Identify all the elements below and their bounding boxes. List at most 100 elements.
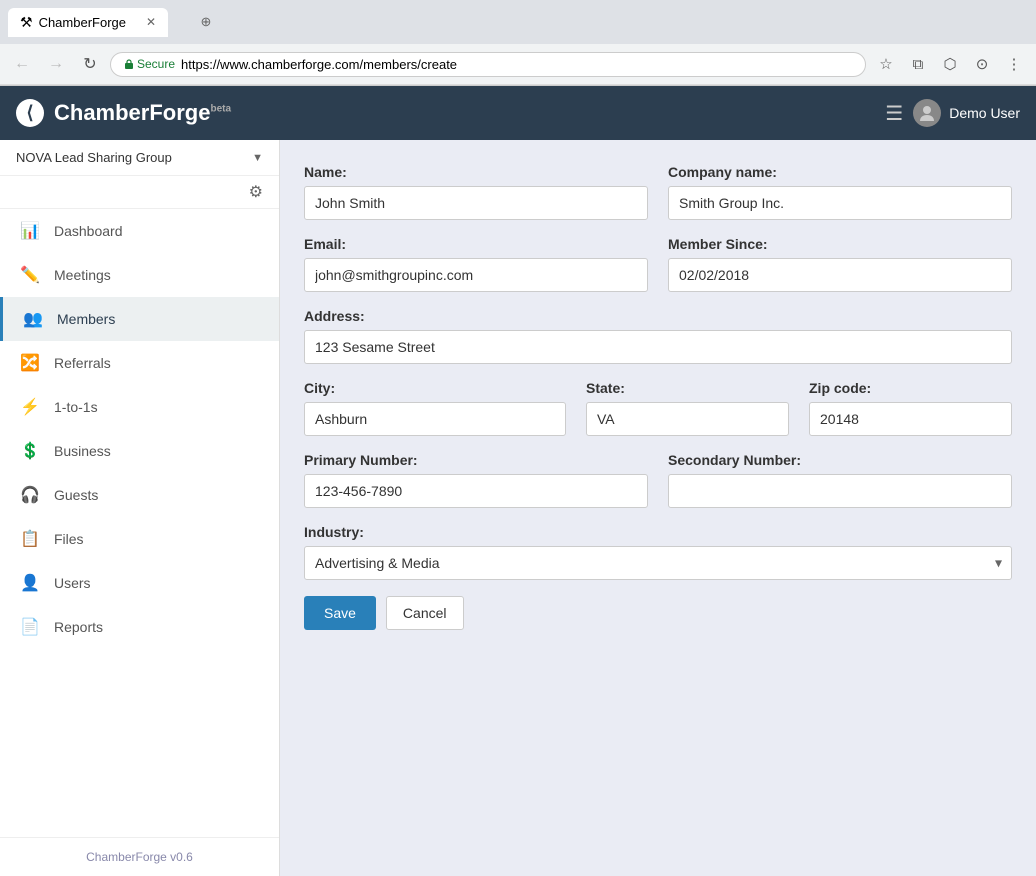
primary-number-label: Primary Number: [304, 452, 648, 468]
sidebar-item-meetings[interactable]: ✏️ Meetings [0, 253, 279, 297]
dashboard-icon: 📊 [20, 221, 40, 241]
industry-row: Industry: Advertising & Media Architectu… [304, 524, 1012, 580]
form-actions: Save Cancel [304, 596, 1012, 630]
industry-field: Industry: Advertising & Media Architectu… [304, 524, 1012, 580]
cancel-button[interactable]: Cancel [386, 596, 464, 630]
menu-button[interactable]: ⋮ [1000, 50, 1028, 78]
browser-action-buttons: ☆ ⧉ ⬡ ⊙ ⋮ [872, 50, 1028, 78]
name-label: Name: [304, 164, 648, 180]
secondary-number-label: Secondary Number: [668, 452, 1012, 468]
sidebar-settings-row: ⚙ [0, 176, 279, 209]
screenshot-button[interactable]: ⊙ [968, 50, 996, 78]
name-field: Name: [304, 164, 648, 220]
sidebar-item-1to1s[interactable]: ⚡ 1-to-1s [0, 385, 279, 429]
sidebar-group-header[interactable]: NOVA Lead Sharing Group ▼ [0, 140, 279, 176]
logo-icon [16, 99, 44, 127]
back-button[interactable]: ← [8, 50, 36, 78]
beta-badge: beta [210, 104, 231, 115]
browser-toolbar: ← → ↻ Secure https://www.chamberforge.co… [0, 44, 1036, 85]
phone-row: Primary Number: Secondary Number: [304, 452, 1012, 508]
main-layout: NOVA Lead Sharing Group ▼ ⚙ 📊 Dashboard … [0, 140, 1036, 876]
city-state-zip-row: City: State: Zip code: [304, 380, 1012, 436]
tab-label: ChamberForge [39, 15, 126, 30]
group-name: NOVA Lead Sharing Group [16, 150, 172, 165]
avatar [913, 99, 941, 127]
state-input[interactable] [586, 402, 789, 436]
browser-titlebar: ⚒ ChamberForge ✕ ⊕ [0, 0, 1036, 44]
sidebar-item-dashboard[interactable]: 📊 Dashboard [0, 209, 279, 253]
email-label: Email: [304, 236, 648, 252]
reload-button[interactable]: ↻ [76, 50, 104, 78]
city-input[interactable] [304, 402, 566, 436]
topnav: ChamberForgebeta ☰ Demo User [0, 86, 1036, 140]
secondary-number-input[interactable] [668, 474, 1012, 508]
industry-select-wrapper: Advertising & Media Architecture & Desig… [304, 546, 1012, 580]
name-company-row: Name: Company name: [304, 164, 1012, 220]
forward-button[interactable]: → [42, 50, 70, 78]
name-input[interactable] [304, 186, 648, 220]
members-icon: 👥 [23, 309, 43, 329]
extensions-button[interactable]: ⬡ [936, 50, 964, 78]
email-membersince-row: Email: Member Since: [304, 236, 1012, 292]
sidebar-footer: ChamberForge v0.6 [0, 837, 279, 876]
primary-number-input[interactable] [304, 474, 648, 508]
inactive-tab[interactable]: ⊕ [176, 6, 236, 38]
group-caret-icon: ▼ [252, 152, 263, 164]
username-label: Demo User [949, 105, 1020, 121]
address-bar[interactable]: Secure https://www.chamberforge.com/memb… [110, 52, 866, 77]
industry-label: Industry: [304, 524, 1012, 540]
save-button[interactable]: Save [304, 596, 376, 630]
state-field: State: [586, 380, 789, 436]
sidebar-item-label: Files [54, 531, 84, 547]
referrals-icon: 🔀 [20, 353, 40, 373]
address-label: Address: [304, 308, 1012, 324]
sidebar-item-label: 1-to-1s [54, 399, 98, 415]
sidebar: NOVA Lead Sharing Group ▼ ⚙ 📊 Dashboard … [0, 140, 280, 876]
zip-input[interactable] [809, 402, 1012, 436]
state-label: State: [586, 380, 789, 396]
guests-icon: 🎧 [20, 485, 40, 505]
city-label: City: [304, 380, 566, 396]
email-input[interactable] [304, 258, 648, 292]
tab-favicon: ⚒ [20, 14, 33, 31]
email-field: Email: [304, 236, 648, 292]
member-form: Name: Company name: Email: Memb [304, 164, 1012, 630]
brand: ChamberForgebeta [16, 99, 875, 127]
industry-select[interactable]: Advertising & Media Architecture & Desig… [304, 546, 1012, 580]
user-menu-button[interactable]: Demo User [913, 99, 1020, 127]
company-field: Company name: [668, 164, 1012, 220]
sidebar-item-label: Meetings [54, 267, 111, 283]
sidebar-item-label: Reports [54, 619, 103, 635]
member-since-input[interactable] [668, 258, 1012, 292]
business-icon: 💲 [20, 441, 40, 461]
sidebar-item-label: Referrals [54, 355, 111, 371]
sidebar-item-business[interactable]: 💲 Business [0, 429, 279, 473]
sidebar-nav: 📊 Dashboard ✏️ Meetings 👥 Members 🔀 Refe… [0, 209, 279, 837]
company-label: Company name: [668, 164, 1012, 180]
window-button[interactable]: ⧉ [904, 50, 932, 78]
meetings-icon: ✏️ [20, 265, 40, 285]
url-display: https://www.chamberforge.com/members/cre… [181, 57, 457, 72]
sidebar-item-label: Guests [54, 487, 98, 503]
sidebar-item-reports[interactable]: 📄 Reports [0, 605, 279, 649]
company-input[interactable] [668, 186, 1012, 220]
sidebar-item-members[interactable]: 👥 Members [0, 297, 279, 341]
sidebar-item-referrals[interactable]: 🔀 Referrals [0, 341, 279, 385]
sidebar-item-label: Users [54, 575, 91, 591]
bookmark-button[interactable]: ☆ [872, 50, 900, 78]
active-tab[interactable]: ⚒ ChamberForge ✕ [8, 8, 168, 37]
sidebar-item-guests[interactable]: 🎧 Guests [0, 473, 279, 517]
brand-name: ChamberForgebeta [54, 100, 231, 126]
address-row: Address: [304, 308, 1012, 364]
zip-field: Zip code: [809, 380, 1012, 436]
address-input[interactable] [304, 330, 1012, 364]
sidebar-item-label: Members [57, 311, 115, 327]
tab-close-button[interactable]: ✕ [146, 15, 156, 29]
hamburger-menu-button[interactable]: ☰ [875, 101, 913, 126]
member-since-label: Member Since: [668, 236, 1012, 252]
sidebar-item-label: Dashboard [54, 223, 123, 239]
sidebar-item-files[interactable]: 📋 Files [0, 517, 279, 561]
settings-icon[interactable]: ⚙ [249, 182, 263, 202]
sidebar-item-users[interactable]: 👤 Users [0, 561, 279, 605]
city-field: City: [304, 380, 566, 436]
